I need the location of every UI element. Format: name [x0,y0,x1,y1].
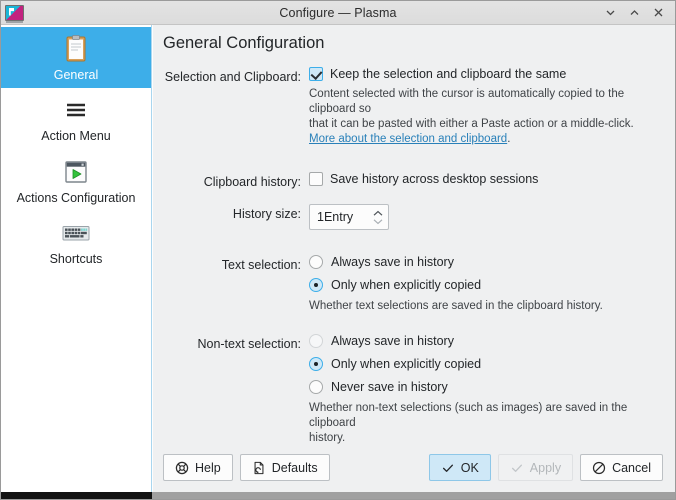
sidebar-item-shortcuts[interactable]: Shortcuts [1,211,151,272]
sidebar-item-label: Actions Configuration [16,190,136,205]
radio-only-explicit-text[interactable] [309,278,323,292]
no-entry-icon [592,461,606,475]
apply-button-label: Apply [529,460,562,475]
history-size-label: History size: [232,207,301,221]
text-selection-help: Whether text selections are saved in the… [309,300,603,312]
window-bottom-edge [1,492,675,499]
help-line-2: that it can be pasted with either a Past… [309,118,634,130]
text-selection-radio-group: Always save in history Only when explici… [309,255,661,316]
minimize-button[interactable] [599,3,621,23]
nontext-selection-label: Non-text selection: [197,337,301,351]
keyboard-icon [60,217,92,249]
sidebar-item-label: Shortcuts [49,252,103,267]
history-size-value: 1Entry [317,210,354,224]
text-selection-option-explicit[interactable]: Only when explicitly copied [309,278,661,292]
clipboard-history-field: Save history across desktop sessions [309,172,661,186]
save-history-checkbox-label: Save history across desktop sessions [330,172,539,186]
cancel-button[interactable]: Cancel [580,454,663,481]
selection-clipboard-help: Content selected with the cursor is auto… [309,87,654,147]
history-size-stepper[interactable]: 1Entry [309,204,389,230]
selection-and-clipboard-field: Keep the selection and clipboard the sam… [309,67,661,147]
clipboard-icon [60,33,92,65]
title-bar: Configure — Plasma [1,1,675,25]
help-button[interactable]: Help [163,454,233,481]
settings-scroll-area: General Configuration Selection and Clip… [153,25,675,446]
help-button-label: Help [195,460,221,475]
radio-label: Never save in history [331,380,448,394]
window-title: Configure — Plasma [279,5,397,20]
radio-label: Only when explicitly copied [331,278,482,292]
window-run-icon [60,156,92,188]
sidebar-item-actions-configuration[interactable]: Actions Configuration [1,150,151,211]
window-controls [599,3,675,23]
document-revert-icon [252,461,266,475]
link-suffix: . [507,133,511,145]
help-line-1: Whether non-text selections (such as ima… [309,402,628,429]
text-selection-label: Text selection: [221,258,301,272]
sidebar-item-action-menu[interactable]: Action Menu [1,88,151,149]
more-about-selection-link[interactable]: More about the selection and clipboard [309,133,507,145]
stepper-arrows[interactable] [368,205,388,229]
window-body: General Action Menu Actions Configuratio… [1,25,675,492]
nontext-selection-radio-group: Always save in history Only when explici… [309,334,661,446]
radio-always-save-text[interactable] [309,255,323,269]
nontext-selection-option-never[interactable]: Never save in history [309,380,661,394]
nontext-selection-option-always[interactable]: Always save in history [309,334,661,348]
stepper-up-icon [373,210,383,216]
stepper-down-icon [373,218,383,224]
nontext-selection-help: Whether non-text selections (such as ima… [309,401,639,446]
lifebuoy-icon [175,461,189,475]
dialog-button-bar: Help Defaults OK Apply Cancel [153,446,675,492]
save-history-checkbox-row[interactable]: Save history across desktop sessions [309,172,661,186]
sidebar-item-general[interactable]: General [1,27,151,89]
radio-always-save-nontext[interactable] [309,334,323,348]
radio-label: Always save in history [331,334,454,348]
radio-never-save-nontext[interactable] [309,380,323,394]
history-size-row: History size: 1Entry [161,204,661,230]
defaults-button-label: Defaults [271,460,318,475]
nontext-selection-option-explicit[interactable]: Only when explicitly copied [309,357,661,371]
page-title: General Configuration [163,34,325,52]
bottom-edge-right [152,492,675,499]
close-button[interactable] [647,3,669,23]
text-selection-option-always[interactable]: Always save in history [309,255,661,269]
maximize-button[interactable] [623,3,645,23]
content-pane: General Configuration Selection and Clip… [152,25,675,492]
check-icon [510,461,524,475]
clipboard-history-row: Clipboard history: Save history across d… [161,172,661,191]
history-size-field: 1Entry [309,204,661,230]
keep-selection-checkbox[interactable] [309,67,323,81]
check-icon [441,461,455,475]
radio-label: Only when explicitly copied [331,357,482,371]
hamburger-menu-icon [60,94,92,126]
cancel-button-label: Cancel [612,460,651,475]
text-selection-row: Text selection: Always save in history O… [161,255,661,316]
selection-and-clipboard-label: Selection and Clipboard: [164,70,301,84]
configure-plasma-window: Configure — Plasma General Action Menu A… [0,0,676,500]
bottom-edge-left [1,492,152,499]
radio-only-explicit-nontext[interactable] [309,357,323,371]
save-history-checkbox[interactable] [309,172,323,186]
defaults-button[interactable]: Defaults [239,454,330,481]
radio-label: Always save in history [331,255,454,269]
sidebar-item-label: Action Menu [41,129,111,144]
sidebar: General Action Menu Actions Configuratio… [1,25,152,492]
selection-and-clipboard-row: Selection and Clipboard: Keep the select… [161,67,661,147]
nontext-selection-row: Non-text selection: Always save in histo… [161,334,661,446]
sidebar-item-label: General [53,68,99,82]
ok-button[interactable]: OK [428,454,491,481]
apply-button: Apply [497,454,574,481]
help-line-1: Content selected with the cursor is auto… [309,88,625,115]
help-line-2: history. [309,432,346,444]
keep-selection-checkbox-row[interactable]: Keep the selection and clipboard the sam… [309,67,661,81]
keep-selection-checkbox-label: Keep the selection and clipboard the sam… [330,67,567,81]
ok-button-label: OK [460,460,479,475]
clipboard-history-label: Clipboard history: [203,175,301,189]
